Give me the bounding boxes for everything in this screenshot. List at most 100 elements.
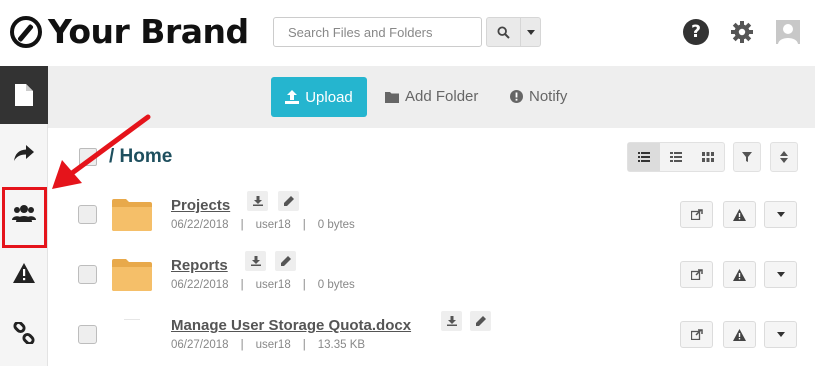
search-icon xyxy=(497,25,510,39)
view-mode-group xyxy=(627,142,725,172)
search-input[interactable] xyxy=(273,17,482,47)
edit-button[interactable] xyxy=(278,191,299,211)
download-button[interactable] xyxy=(441,311,462,331)
top-icons: ? xyxy=(683,19,800,45)
file-date: 06/22/2018 xyxy=(171,219,229,231)
warning-icon xyxy=(733,328,746,341)
table-view-icon xyxy=(670,152,682,162)
file-owner: user18 xyxy=(255,279,291,291)
filter-button[interactable] xyxy=(733,142,761,172)
brand-name: Your Brand xyxy=(48,12,249,51)
file-name-link[interactable]: Projects xyxy=(171,197,230,214)
select-all-checkbox[interactable] xyxy=(79,148,97,166)
sort-button[interactable] xyxy=(770,142,798,172)
sidebar-item-links[interactable] xyxy=(0,304,48,362)
document-icon xyxy=(124,319,140,320)
report-button[interactable] xyxy=(723,261,756,288)
sidebar xyxy=(0,66,48,366)
upload-icon xyxy=(285,90,300,104)
filter-icon xyxy=(742,152,752,162)
sidebar-item-shared[interactable] xyxy=(0,124,48,182)
grid-view-button[interactable] xyxy=(692,143,724,171)
upload-label: Upload xyxy=(305,88,353,106)
more-actions-dropdown[interactable] xyxy=(764,321,797,348)
search-button[interactable] xyxy=(486,17,521,47)
row-checkbox[interactable] xyxy=(78,265,97,284)
file-meta: 06/22/2018 | user18 | 0 bytes xyxy=(171,279,355,291)
sidebar-item-alerts[interactable] xyxy=(0,244,48,302)
table-row[interactable]: Manage User Storage Quota.docx 06/27/201… xyxy=(48,303,815,363)
table-view-button[interactable] xyxy=(660,143,692,171)
caret-down-icon xyxy=(776,212,785,217)
share-button[interactable] xyxy=(680,201,713,228)
folder-icon xyxy=(112,259,152,291)
download-icon xyxy=(252,196,263,206)
caret-down-icon xyxy=(776,332,785,337)
search-options-dropdown[interactable] xyxy=(521,17,541,47)
pencil-icon xyxy=(280,256,291,266)
share-button[interactable] xyxy=(680,261,713,288)
file-meta: 06/27/2018 | user18 | 13.35 KB xyxy=(171,339,366,351)
warning-icon xyxy=(733,268,746,281)
search-group xyxy=(273,17,541,47)
help-icon[interactable]: ? xyxy=(683,19,709,45)
more-actions-dropdown[interactable] xyxy=(764,261,797,288)
table-row[interactable]: Projects 06/22/2018 | user18 | 0 bytes xyxy=(48,183,815,243)
notify-button[interactable]: Notify xyxy=(510,88,567,105)
file-date: 06/22/2018 xyxy=(171,279,229,291)
brand-logo-link[interactable]: Your Brand xyxy=(10,12,249,52)
file-icon xyxy=(15,84,33,106)
download-icon xyxy=(250,256,261,266)
notify-label: Notify xyxy=(529,88,568,105)
file-name-link[interactable]: Reports xyxy=(171,257,228,274)
grid-view-icon xyxy=(702,152,714,162)
file-owner: user18 xyxy=(255,219,291,231)
share-icon xyxy=(690,269,703,280)
table-row[interactable]: Reports 06/22/2018 | user18 | 0 bytes xyxy=(48,243,815,303)
folder-icon xyxy=(112,199,152,231)
top-bar: Your Brand ? xyxy=(0,0,815,66)
add-folder-button[interactable]: Add Folder xyxy=(385,88,478,105)
edit-button[interactable] xyxy=(275,251,296,271)
more-actions-dropdown[interactable] xyxy=(764,201,797,228)
file-date: 06/27/2018 xyxy=(171,339,229,351)
add-folder-label: Add Folder xyxy=(405,88,479,105)
caret-down-icon xyxy=(526,29,535,35)
warning-icon xyxy=(733,208,746,221)
download-button[interactable] xyxy=(245,251,266,271)
download-icon xyxy=(446,316,457,326)
info-icon xyxy=(510,90,523,103)
action-toolbar: Upload Add Folder Notify xyxy=(48,66,815,128)
folder-icon xyxy=(385,91,399,103)
pencil-icon xyxy=(283,196,294,206)
edit-button[interactable] xyxy=(470,311,491,331)
sort-icon xyxy=(780,151,788,163)
share-icon xyxy=(690,209,703,220)
report-button[interactable] xyxy=(723,321,756,348)
file-size: 0 bytes xyxy=(317,279,355,291)
breadcrumb: / Home xyxy=(109,146,173,167)
file-owner: user18 xyxy=(255,339,291,351)
report-button[interactable] xyxy=(723,201,756,228)
list-view-icon xyxy=(638,152,650,162)
file-meta: 06/22/2018 | user18 | 0 bytes xyxy=(171,219,355,231)
file-size: 13.35 KB xyxy=(317,339,366,351)
list-view-button[interactable] xyxy=(628,143,660,171)
share-arrow-icon xyxy=(14,145,34,161)
pencil-icon xyxy=(475,316,486,326)
warning-icon xyxy=(13,263,35,283)
avatar[interactable] xyxy=(776,20,800,44)
compass-logo-icon xyxy=(10,16,42,48)
download-button[interactable] xyxy=(247,191,268,211)
file-size: 0 bytes xyxy=(317,219,355,231)
upload-button[interactable]: Upload xyxy=(271,77,367,117)
row-checkbox[interactable] xyxy=(78,325,97,344)
sidebar-item-files[interactable] xyxy=(0,66,48,124)
link-icon xyxy=(13,322,35,344)
gear-icon[interactable] xyxy=(729,19,755,45)
share-icon xyxy=(690,329,703,340)
sidebar-highlight-box xyxy=(2,187,47,248)
file-name-link[interactable]: Manage User Storage Quota.docx xyxy=(171,317,411,334)
row-checkbox[interactable] xyxy=(78,205,97,224)
share-button[interactable] xyxy=(680,321,713,348)
